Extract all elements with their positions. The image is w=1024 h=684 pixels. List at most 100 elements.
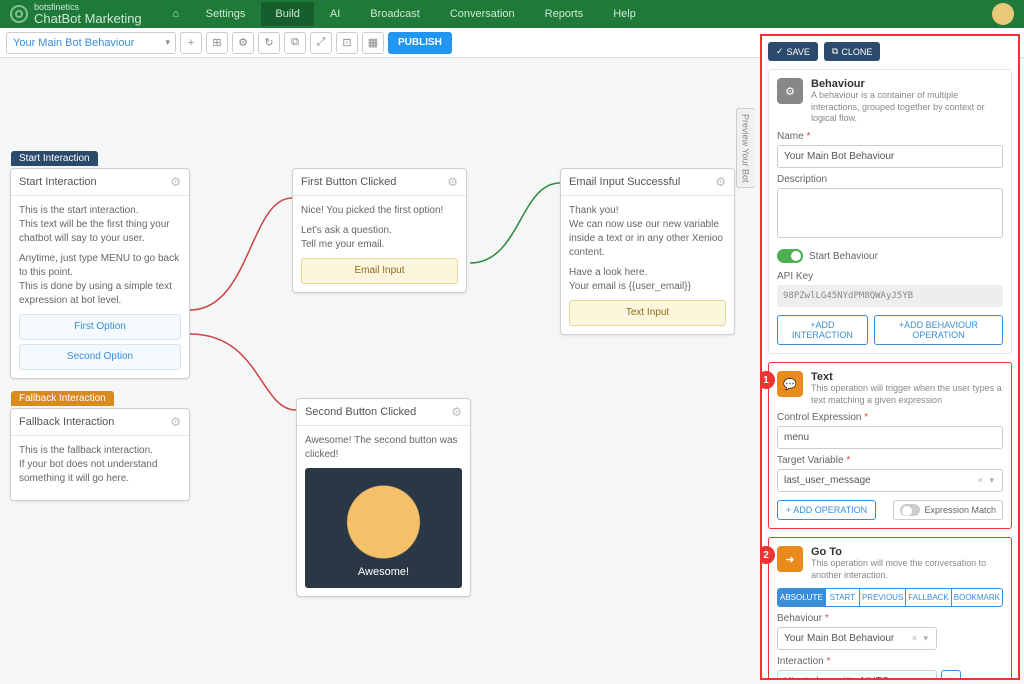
field-label: Control Expression bbox=[777, 412, 861, 423]
node-start-interaction[interactable]: Start Interaction Start Interaction⚙ Thi… bbox=[10, 168, 190, 379]
main-nav: ⌂ Settings Build AI Broadcast Conversati… bbox=[162, 2, 992, 26]
node-text: Thank you! We can now use our new variab… bbox=[569, 204, 726, 260]
toolbar-expand-icon[interactable]: ⤢ bbox=[310, 32, 332, 54]
node-title: First Button Clicked bbox=[301, 176, 396, 188]
section-title: Text bbox=[811, 371, 1003, 383]
gear-icon[interactable]: ⚙ bbox=[170, 415, 181, 429]
toolbar-layout-icon[interactable]: ⊞ bbox=[206, 32, 228, 54]
goto-icon: ➜ bbox=[777, 546, 803, 572]
gear-icon[interactable]: ⚙ bbox=[170, 175, 181, 189]
text-input-chip[interactable]: Text Input bbox=[569, 300, 726, 326]
option-first[interactable]: First Option bbox=[19, 314, 181, 340]
section-desc: This operation will move the conversatio… bbox=[811, 558, 1003, 581]
publish-button[interactable]: PUBLISH bbox=[388, 32, 452, 54]
toolbar-refresh-icon[interactable]: ↻ bbox=[258, 32, 280, 54]
add-button[interactable]: + bbox=[180, 32, 202, 54]
badge-2: 2 bbox=[760, 546, 775, 564]
control-expression-input[interactable] bbox=[777, 426, 1003, 449]
section-goto-operation: 2 ➜ Go To This operation will move the c… bbox=[768, 537, 1012, 680]
node-text: Anytime, just type MENU to go back to th… bbox=[19, 252, 181, 308]
nav-ai[interactable]: AI bbox=[316, 2, 354, 26]
goto-tabs: ABSOLUTE START PREVIOUS FALLBACK BOOKMAR… bbox=[777, 588, 1003, 607]
toolbar-copy-icon[interactable]: ⧉ bbox=[284, 32, 306, 54]
top-bar: botsfineticsChatBot Marketing ⌂ Settings… bbox=[0, 0, 1024, 28]
behaviour-icon: ⚙ bbox=[777, 78, 803, 104]
user-avatar[interactable] bbox=[992, 3, 1014, 25]
nav-settings[interactable]: Settings bbox=[192, 2, 260, 26]
node-text: Nice! You picked the first option! bbox=[301, 204, 458, 218]
brand-logo-icon bbox=[10, 5, 28, 23]
goto-interaction-select[interactable]: Utente ha scritto AIUTO× ▾ bbox=[777, 670, 937, 680]
node-text: Awesome! The second button was clicked! bbox=[305, 434, 462, 462]
nav-conversation[interactable]: Conversation bbox=[436, 2, 529, 26]
add-operation-button[interactable]: + ADD OPERATION bbox=[777, 500, 876, 520]
nav-reports[interactable]: Reports bbox=[531, 2, 598, 26]
add-interaction-icon[interactable]: + bbox=[941, 670, 961, 680]
brand: botsfineticsChatBot Marketing bbox=[10, 3, 142, 25]
node-title: Fallback Interaction bbox=[19, 416, 114, 428]
api-key-value: 98PZwlLG45NYdPM8QWAyJ5YB bbox=[777, 285, 1003, 307]
gear-icon[interactable]: ⚙ bbox=[447, 175, 458, 189]
expression-match-toggle[interactable]: Expression Match bbox=[893, 500, 1003, 520]
nav-build[interactable]: Build bbox=[261, 2, 313, 26]
clone-button[interactable]: ⧉ CLONE bbox=[824, 42, 880, 61]
field-label: Name bbox=[777, 131, 804, 142]
node-text: This is the fallback interaction. If you… bbox=[19, 444, 181, 486]
node-email-successful[interactable]: Email Input Successful ⚙ Thank you! We ca… bbox=[560, 168, 735, 335]
field-label: Target Variable bbox=[777, 455, 844, 466]
node-title: Start Interaction bbox=[19, 176, 97, 188]
node-title: Second Button Clicked bbox=[305, 406, 416, 418]
field-label: Behaviour bbox=[777, 613, 822, 624]
gear-icon[interactable]: ⚙ bbox=[715, 175, 726, 189]
text-icon: 💬 bbox=[777, 371, 803, 397]
tab-fallback[interactable]: FALLBACK bbox=[906, 589, 951, 606]
node-tag: Fallback Interaction bbox=[11, 391, 114, 406]
nav-help[interactable]: Help bbox=[599, 2, 650, 26]
section-behaviour: ⚙ Behaviour A behaviour is a container o… bbox=[768, 69, 1012, 354]
gear-icon[interactable]: ⚙ bbox=[451, 405, 462, 419]
node-text: This is the start interaction. This text… bbox=[19, 204, 181, 246]
option-second[interactable]: Second Option bbox=[19, 344, 181, 370]
gif-preview: Awesome! bbox=[305, 468, 462, 588]
field-label: Description bbox=[777, 174, 1003, 185]
node-text: Have a look here. Your email is {{user_e… bbox=[569, 266, 726, 294]
side-panel: ✓ SAVE ⧉ CLONE ⚙ Behaviour A behaviour i… bbox=[760, 34, 1020, 680]
node-second-button[interactable]: Second Button Clicked ⚙ Awesome! The seco… bbox=[296, 398, 471, 597]
behaviour-select[interactable]: Your Main Bot Behaviour bbox=[6, 32, 176, 54]
tab-absolute[interactable]: ABSOLUTE bbox=[778, 589, 826, 606]
section-title: Go To bbox=[811, 546, 1003, 558]
section-title: Behaviour bbox=[811, 78, 1003, 90]
toolbar-grid-icon[interactable]: ▦ bbox=[362, 32, 384, 54]
badge-1: 1 bbox=[760, 371, 775, 389]
toggle-label: Start Behaviour bbox=[809, 251, 878, 262]
flow-canvas[interactable]: Start Interaction Start Interaction ⚙ Thi… bbox=[0, 58, 754, 684]
node-tag: Start Interaction bbox=[11, 151, 98, 166]
section-text-operation: 1 💬 Text This operation will trigger whe… bbox=[768, 362, 1012, 529]
nav-broadcast[interactable]: Broadcast bbox=[356, 2, 434, 26]
field-label: API Key bbox=[777, 271, 1003, 282]
preview-bot-tab[interactable]: Preview Your Bot bbox=[736, 108, 754, 188]
tab-start[interactable]: START bbox=[826, 589, 860, 606]
node-fallback-interaction[interactable]: Fallback Interaction Fallback Interactio… bbox=[10, 408, 190, 501]
field-label: Interaction bbox=[777, 656, 824, 667]
node-first-button[interactable]: First Button Clicked ⚙ Nice! You picked t… bbox=[292, 168, 467, 293]
name-input[interactable] bbox=[777, 145, 1003, 168]
target-variable-select[interactable]: last_user_message× ▾ bbox=[777, 469, 1003, 492]
tab-previous[interactable]: PREVIOUS bbox=[860, 589, 906, 606]
add-interaction-button[interactable]: +ADD INTERACTION bbox=[777, 315, 868, 345]
toolbar-settings-icon[interactable]: ⚙ bbox=[232, 32, 254, 54]
save-button[interactable]: ✓ SAVE bbox=[768, 42, 818, 61]
description-input[interactable] bbox=[777, 188, 1003, 238]
add-behaviour-operation-button[interactable]: +ADD BEHAVIOUR OPERATION bbox=[874, 315, 1003, 345]
node-text: Let's ask a question. Tell me your email… bbox=[301, 224, 458, 252]
node-title: Email Input Successful bbox=[569, 176, 680, 188]
tab-bookmark[interactable]: BOOKMARK bbox=[952, 589, 1002, 606]
nav-home[interactable]: ⌂ bbox=[162, 2, 190, 26]
toolbar-tag-icon[interactable]: ⊡ bbox=[336, 32, 358, 54]
section-desc: This operation will trigger when the use… bbox=[811, 383, 1003, 406]
section-desc: A behaviour is a container of multiple i… bbox=[811, 90, 1003, 125]
goto-behaviour-select[interactable]: Your Main Bot Behaviour× ▾ bbox=[777, 627, 937, 650]
email-input-chip[interactable]: Email Input bbox=[301, 258, 458, 284]
start-behaviour-toggle[interactable] bbox=[777, 249, 803, 263]
brand-large: ChatBot Marketing bbox=[34, 11, 142, 26]
